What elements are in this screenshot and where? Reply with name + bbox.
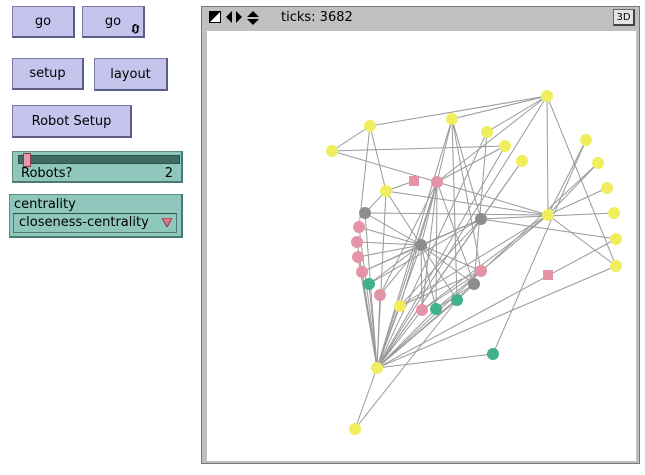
vertical-arrows-icon[interactable] bbox=[247, 11, 259, 25]
go-button[interactable]: go bbox=[12, 6, 75, 38]
network-node bbox=[352, 251, 364, 263]
network-edge bbox=[364, 212, 422, 246]
network-node bbox=[592, 157, 604, 169]
network-edge bbox=[331, 125, 371, 152]
network-edge bbox=[451, 118, 482, 220]
slider-value: 2 bbox=[164, 166, 173, 181]
network-edge bbox=[480, 214, 549, 272]
network-node bbox=[430, 303, 442, 315]
network-node bbox=[374, 289, 386, 301]
robot-setup-button-label: Robot Setup bbox=[31, 113, 112, 129]
network-node bbox=[356, 266, 368, 278]
go-button-label: go bbox=[34, 14, 52, 29]
chooser-value: closeness-centrality bbox=[19, 215, 149, 230]
network-node bbox=[516, 155, 528, 167]
network-edge bbox=[364, 212, 549, 216]
go-forever-button-label: go bbox=[104, 14, 122, 29]
view-toolbar: ticks: 3682 3D bbox=[202, 7, 639, 29]
ticks-counter: ticks: 3682 bbox=[281, 10, 353, 25]
network-node bbox=[475, 213, 487, 225]
network-node bbox=[394, 300, 406, 312]
network-node bbox=[487, 348, 499, 360]
network-node bbox=[380, 185, 392, 197]
network-node bbox=[416, 304, 428, 316]
network-node bbox=[580, 134, 592, 146]
network-node bbox=[610, 260, 622, 272]
network-node bbox=[431, 176, 443, 188]
dropdown-triangle-icon bbox=[162, 218, 172, 227]
network-node bbox=[499, 140, 511, 152]
network-edge bbox=[420, 244, 423, 311]
network-graph bbox=[326, 90, 622, 435]
setup-button-label: setup bbox=[29, 66, 66, 81]
slider-thumb[interactable] bbox=[23, 153, 31, 167]
network-node bbox=[481, 126, 493, 138]
network-edge bbox=[368, 244, 422, 285]
network-edge bbox=[385, 190, 422, 246]
chooser-label: centrality bbox=[14, 197, 76, 212]
robot-setup-button[interactable]: Robot Setup bbox=[12, 105, 132, 138]
network-node bbox=[371, 362, 383, 374]
network-edge bbox=[331, 150, 438, 183]
network-edge bbox=[546, 95, 549, 216]
network-node bbox=[363, 278, 375, 290]
network-edge bbox=[376, 95, 548, 369]
network-node bbox=[351, 236, 363, 248]
network-node bbox=[541, 90, 553, 102]
network-edge bbox=[369, 125, 387, 192]
network-node bbox=[359, 207, 371, 219]
network-edge bbox=[376, 294, 381, 369]
slider-label: Robots? bbox=[21, 166, 73, 181]
network-node bbox=[610, 233, 622, 245]
network-edge bbox=[354, 367, 378, 430]
robot-node bbox=[543, 270, 553, 280]
network-node bbox=[451, 294, 463, 306]
robot-node bbox=[409, 176, 419, 186]
network-node bbox=[608, 207, 620, 219]
world-view: ticks: 3682 3D bbox=[201, 6, 640, 464]
layout-button[interactable]: layout bbox=[94, 58, 168, 91]
network-world[interactable] bbox=[207, 31, 636, 461]
network-node bbox=[415, 239, 427, 251]
network-edge bbox=[480, 218, 617, 240]
network-node bbox=[349, 423, 361, 435]
size-toggle-icon[interactable] bbox=[209, 11, 221, 23]
network-node bbox=[601, 182, 613, 194]
network-node bbox=[326, 145, 338, 157]
network-node bbox=[364, 120, 376, 132]
centrality-chooser[interactable]: centrality closeness-centrality bbox=[9, 194, 183, 238]
forever-loop-icon: 🔄︎ bbox=[130, 23, 141, 36]
network-node bbox=[353, 221, 365, 233]
network-node bbox=[475, 265, 487, 277]
go-forever-button[interactable]: go 🔄︎ bbox=[82, 6, 145, 38]
network-edge bbox=[436, 181, 549, 216]
network-node bbox=[468, 278, 480, 290]
3d-view-button[interactable]: 3D bbox=[613, 9, 635, 26]
network-edge bbox=[369, 95, 548, 127]
network-node bbox=[542, 209, 554, 221]
robots-slider[interactable]: Robots? 2 bbox=[12, 151, 183, 183]
network-node bbox=[446, 113, 458, 125]
layout-button-label: layout bbox=[110, 66, 151, 82]
slider-track[interactable] bbox=[18, 155, 180, 164]
centrality-dropdown[interactable]: closeness-centrality bbox=[13, 213, 177, 233]
horizontal-arrows-icon[interactable] bbox=[226, 11, 242, 23]
3d-view-button-label: 3D bbox=[616, 11, 631, 23]
setup-button[interactable]: setup bbox=[12, 58, 84, 90]
